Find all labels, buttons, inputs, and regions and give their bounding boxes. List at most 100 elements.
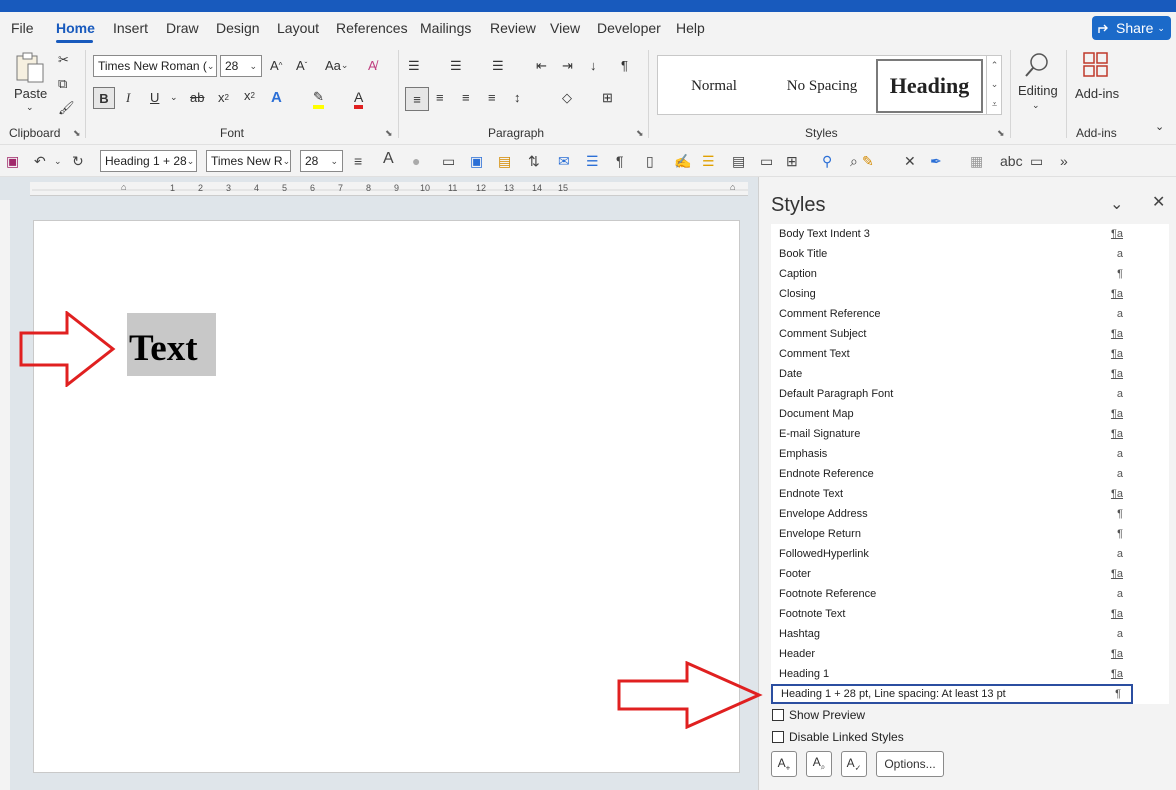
style-inspector-button[interactable]: A⌕ <box>806 751 832 777</box>
paste-button[interactable]: Paste <box>14 86 47 101</box>
record-icon[interactable]: ● <box>412 153 420 169</box>
shrink-font-icon[interactable]: Aˇ <box>296 58 307 73</box>
pane-options-icon[interactable]: ⌄ <box>1110 194 1123 214</box>
document-outline-icon[interactable]: ▭ <box>760 153 773 170</box>
tab-review[interactable]: Review <box>490 20 536 36</box>
add-ins-button[interactable]: Add-ins <box>1075 86 1119 101</box>
more-commands-icon[interactable]: » <box>1060 153 1068 169</box>
tab-layout[interactable]: Layout <box>277 20 319 36</box>
add-ins-icon[interactable] <box>1082 50 1110 80</box>
style-list-item[interactable]: Comment Reference a <box>771 304 1133 324</box>
underline-dropdown-icon[interactable]: ⌄ <box>170 92 178 103</box>
blank-page-icon[interactable]: ▯ <box>646 153 654 170</box>
save-icon[interactable]: ▣ <box>6 153 19 170</box>
collapse-ribbon-icon[interactable]: ⌄ <box>1155 120 1164 133</box>
style-list-item[interactable]: E-mail Signature ¶a <box>771 424 1133 444</box>
gallery-scroll[interactable]: ⌃ ⌄ ⩡ <box>986 56 1002 114</box>
qat-font-combo[interactable]: Times New R ⌄ <box>206 150 291 172</box>
style-list-item[interactable]: Hashtag a <box>771 624 1133 644</box>
close-pane-icon[interactable]: ✕ <box>1152 192 1165 212</box>
style-list-item[interactable]: FollowedHyperlink a <box>771 544 1133 564</box>
columns-icon[interactable]: ☰ <box>702 153 715 170</box>
spelling-icon[interactable]: abc <box>1000 153 1023 169</box>
tab-insert[interactable]: Insert <box>113 20 148 36</box>
textbox-icon[interactable]: ▣ <box>470 153 483 170</box>
bold-icon[interactable]: B <box>93 87 115 109</box>
style-list-item[interactable]: Footnote Text ¶a <box>771 604 1133 624</box>
qat-size-combo[interactable]: 28 ⌄ <box>300 150 343 172</box>
paragraph-launcher-icon[interactable]: ⬊ <box>636 128 644 139</box>
style-list-item[interactable]: Closing ¶a <box>771 284 1133 304</box>
chevron-down-icon[interactable]: ⌄ <box>1032 100 1040 111</box>
new-style-button[interactable]: A+ <box>771 751 797 777</box>
sort-icon[interactable]: ⇅ <box>528 153 540 170</box>
style-list-item[interactable]: Emphasis a <box>771 444 1133 464</box>
sort-icon[interactable]: ↓ <box>590 58 597 73</box>
signature-icon[interactable]: ✍ <box>674 153 691 170</box>
style-list-item[interactable]: Endnote Text ¶a <box>771 484 1133 504</box>
numbering-icon[interactable]: ☰ <box>450 58 462 74</box>
superscript-icon[interactable]: x2 <box>244 88 255 103</box>
ruler-right-indent-marker[interactable]: ⌂ <box>730 182 735 192</box>
redo-icon[interactable]: ↻ <box>72 153 84 170</box>
style-list-item[interactable]: Header ¶a <box>771 644 1133 664</box>
form-icon[interactable]: ▭ <box>1030 153 1043 170</box>
decrease-indent-icon[interactable]: ⇤ <box>536 58 547 74</box>
marker-icon[interactable]: ✎ <box>862 153 874 170</box>
styles-launcher-icon[interactable]: ⬊ <box>997 128 1005 139</box>
tab-references[interactable]: References <box>336 20 408 36</box>
multilevel-list-icon[interactable]: ☰ <box>492 58 504 74</box>
tab-draw[interactable]: Draw <box>166 20 199 36</box>
tab-view[interactable]: View <box>550 20 580 36</box>
track-icon[interactable]: ▦ <box>970 153 983 170</box>
borders-icon[interactable]: ⊞ <box>602 90 613 106</box>
ruler-indent-marker[interactable]: ⌂ <box>121 182 126 192</box>
chevron-up-icon[interactable]: ⌃ <box>991 60 999 71</box>
search-icon[interactable]: ⌕ <box>850 153 858 170</box>
share-button[interactable]: Share ⌄ <box>1092 16 1171 40</box>
highlight-icon[interactable]: ✎ <box>313 89 324 109</box>
copy-icon[interactable]: ⧉ <box>58 76 67 92</box>
style-normal[interactable]: Normal <box>662 59 766 113</box>
style-list-item[interactable]: Comment Text ¶a <box>771 344 1133 364</box>
mail-icon[interactable]: ✉ <box>558 153 570 170</box>
tab-developer[interactable]: Developer <box>597 20 661 36</box>
tab-file[interactable]: File <box>11 20 34 36</box>
show-preview-checkbox[interactable] <box>772 709 784 721</box>
tab-home[interactable]: Home <box>56 20 95 36</box>
subscript-icon[interactable]: x2 <box>218 90 229 105</box>
chevron-down-icon[interactable]: ⌄ <box>991 79 999 90</box>
undo-icon[interactable]: ↶ <box>34 153 46 170</box>
style-heading[interactable]: Heading <box>876 59 983 113</box>
manage-styles-button[interactable]: A✓ <box>841 751 867 777</box>
align-left-icon[interactable]: ≡ <box>405 87 429 111</box>
cut-icon[interactable]: ✂ <box>58 52 69 68</box>
undo-dropdown-icon[interactable]: ⌄ <box>54 156 62 167</box>
italic-icon[interactable]: I <box>126 90 130 106</box>
style-list-item[interactable]: Footer ¶a <box>771 564 1133 584</box>
align-center-icon[interactable]: ≡ <box>436 90 444 105</box>
tab-design[interactable]: Design <box>216 20 260 36</box>
more-styles-icon[interactable]: ⩡ <box>992 99 997 110</box>
horizontal-ruler[interactable]: ⌂ 1 2 3 4 5 6 7 8 9 10 11 12 13 14 15 ⌂ <box>30 182 748 196</box>
style-list-item[interactable]: Envelope Return ¶ <box>771 524 1133 544</box>
editing-button[interactable]: Editing <box>1018 83 1058 98</box>
text-effects-icon[interactable]: A <box>271 89 282 106</box>
bullets-icon[interactable]: ☰ <box>408 58 420 74</box>
paste-icon[interactable] <box>12 50 48 84</box>
style-list-item[interactable]: Heading 1 ¶a <box>771 664 1133 684</box>
style-list-item[interactable]: Envelope Address ¶ <box>771 504 1133 524</box>
find-icon[interactable] <box>1020 50 1054 80</box>
clipboard-launcher-icon[interactable]: ⬊ <box>73 128 81 139</box>
strikethrough-icon[interactable]: ab <box>190 90 204 105</box>
tab-mailings[interactable]: Mailings <box>420 20 471 36</box>
grow-font-icon[interactable]: A ^ <box>270 58 282 73</box>
vertical-ruler[interactable] <box>0 200 10 790</box>
paragraph-format-icon[interactable]: ≡ <box>354 153 362 169</box>
page-icon[interactable]: ▤ <box>498 153 511 170</box>
font-color-icon[interactable]: A <box>354 89 364 109</box>
style-list-item[interactable]: Book Title a <box>771 244 1133 264</box>
table-icon[interactable]: ⊞ <box>786 153 798 170</box>
change-case-button[interactable]: Aa ⌄ <box>325 58 348 73</box>
underline-icon[interactable]: U <box>150 90 159 105</box>
